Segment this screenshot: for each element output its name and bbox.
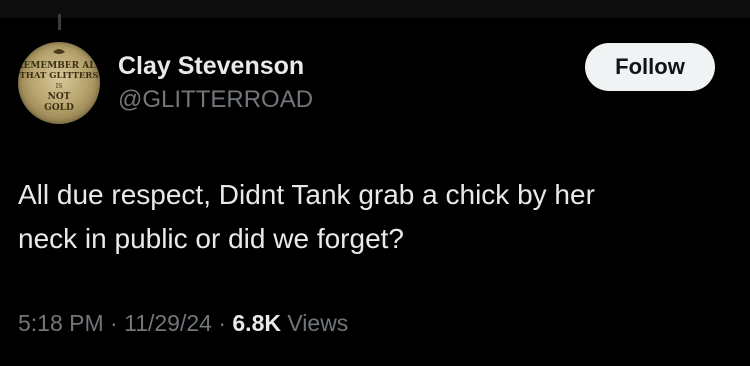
avatar-image: REMEMBER ALL THAT GLITTERS IS NOT GOLD (18, 49, 100, 113)
tweet-text-line-1: All due respect, Didnt Tank grab a chick… (18, 179, 595, 210)
top-strip (0, 0, 750, 18)
views-label[interactable]: Views (287, 310, 348, 336)
avatar-text-line-4: NOT (48, 92, 71, 102)
tweet-date[interactable]: 11/29/24 (124, 310, 212, 336)
follow-button[interactable]: Follow (585, 43, 715, 91)
avatar[interactable]: REMEMBER ALL THAT GLITTERS IS NOT GOLD (18, 42, 100, 124)
avatar-text-line-5: GOLD (44, 103, 74, 113)
avatar-text-line-1: REMEMBER ALL (18, 61, 100, 71)
tweet-text: All due respect, Didnt Tank grab a chick… (18, 173, 718, 261)
thread-connector-line (58, 14, 61, 30)
tweet-meta: 5:18 PM · 11/29/24 · 6.8K Views (18, 310, 348, 337)
avatar-text-line-2: THAT GLITTERS (19, 71, 98, 81)
meta-separator-2: · (218, 310, 226, 336)
avatar-text-line-3: IS (56, 83, 62, 90)
author-handle[interactable]: @GLITTERROAD (118, 86, 313, 114)
meta-separator-1: · (110, 310, 118, 336)
views-count[interactable]: 6.8K (232, 310, 281, 336)
author-display-name[interactable]: Clay Stevenson (118, 52, 304, 81)
tweet-time[interactable]: 5:18 PM (18, 310, 104, 336)
tweet-text-line-2: neck in public or did we forget? (18, 223, 404, 254)
